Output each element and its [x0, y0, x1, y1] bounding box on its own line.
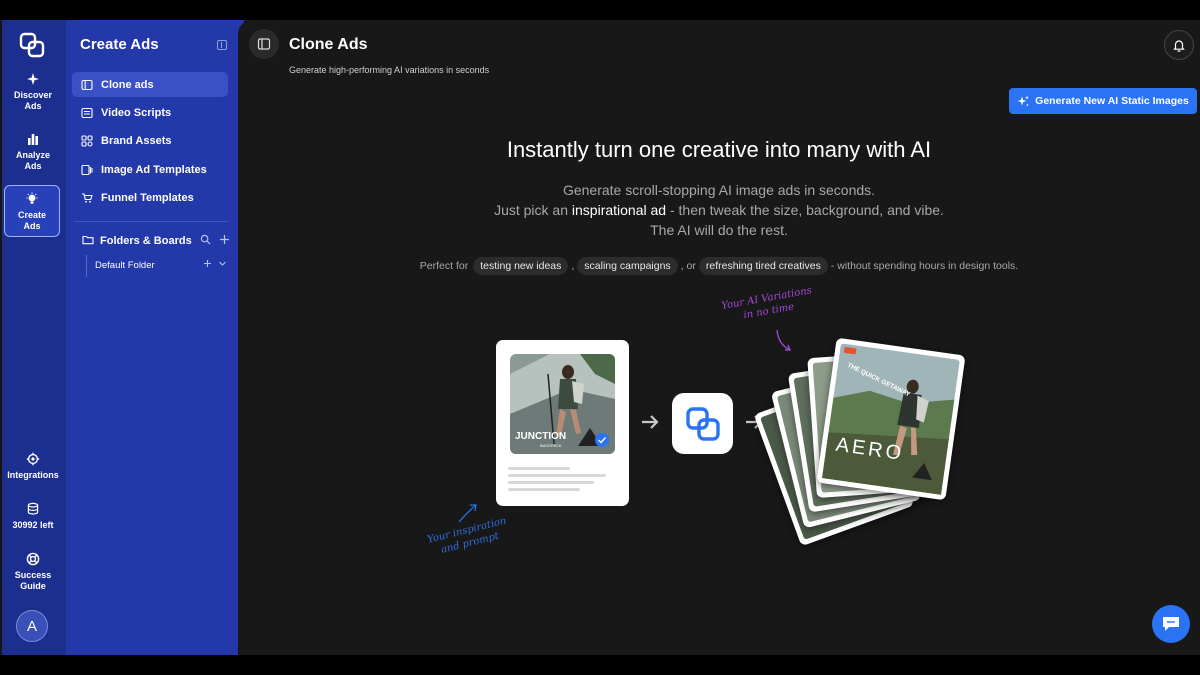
sidebar-item-video-scripts[interactable]: Video Scripts	[72, 100, 228, 125]
rail-item-label: Discover Ads	[13, 90, 53, 111]
sparkle-star-icon	[25, 71, 41, 87]
bell-icon	[1173, 40, 1185, 52]
perfect-prefix: Perfect for	[419, 260, 469, 272]
bar-chart-icon	[25, 131, 41, 147]
app-window: Discover Ads Analyze Ads Create Ads Inte…	[0, 20, 1200, 655]
generate-images-button[interactable]: Generate New AI Static Images	[1009, 88, 1197, 114]
rail-item-label: Integrations	[7, 470, 59, 480]
rail-item-credits[interactable]: 30992 left	[2, 501, 64, 531]
folder-tree-line	[86, 255, 87, 277]
rail-item-discover-ads[interactable]: Discover Ads	[2, 71, 64, 112]
sidebar-item-image-ad-templates[interactable]: Image Ad Templates	[72, 157, 228, 182]
sidebar-title: Create Ads	[80, 36, 159, 53]
sidebar-item-label: Brand Assets	[101, 134, 172, 147]
rail-item-label: Success Guide	[14, 570, 52, 591]
chat-icon	[1163, 617, 1179, 631]
clone-panel-icon	[81, 79, 93, 91]
folder-icon	[82, 234, 94, 248]
folder-item-default[interactable]: Default Folder	[95, 259, 227, 271]
junction-caption: JUNCTION	[515, 431, 566, 442]
gear-icon	[25, 451, 41, 467]
hero-title: Instantly turn one creative into many wi…	[506, 137, 932, 162]
chevron-down-icon[interactable]	[218, 259, 227, 271]
plus-icon[interactable]	[203, 259, 212, 271]
chip-scaling: scaling campaigns	[577, 257, 678, 275]
avatar[interactable]: A	[16, 610, 48, 642]
notifications-button[interactable]	[1164, 30, 1194, 60]
plus-icon[interactable]	[219, 234, 230, 248]
lifebuoy-icon	[25, 551, 41, 567]
sidebar-item-clone-ads[interactable]: Clone ads	[72, 72, 228, 97]
variation-card-front: THE QUICK GETAWAY AERO	[816, 337, 966, 501]
chip-separator: , or	[680, 260, 696, 272]
create-ads-sidebar: Create Ads Clone ads Video Scripts Brand…	[66, 20, 244, 655]
sidebar-item-funnel-templates[interactable]: Funnel Templates	[72, 185, 228, 210]
hero-line-2: Just pick an inspirational ad - then twe…	[238, 202, 1200, 218]
image-template-icon	[81, 164, 93, 176]
assets-grid-icon	[81, 134, 93, 147]
app-logo-icon[interactable]	[19, 32, 45, 58]
page-title: Clone Ads	[289, 36, 368, 53]
funnel-cart-icon	[81, 192, 93, 204]
chat-support-button[interactable]	[1152, 605, 1190, 643]
rail-item-success-guide[interactable]: Success Guide	[2, 551, 64, 592]
search-icon[interactable]	[200, 234, 211, 248]
folders-label: Folders & Boards	[100, 235, 192, 247]
junction-sub: BACKPACK	[540, 443, 562, 448]
text-placeholder-line	[508, 481, 594, 484]
sidebar-item-label: Image Ad Templates	[101, 163, 207, 176]
script-icon	[81, 107, 93, 119]
note-ai-variations: Your AI Variations in no time	[720, 284, 815, 325]
chip-testing: testing new ideas	[473, 257, 569, 275]
chip-refreshing: refreshing tired creatives	[698, 257, 828, 275]
arrow-right-icon	[640, 410, 660, 436]
sidebar-item-label: Funnel Templates	[101, 191, 194, 204]
coins-icon	[25, 501, 41, 517]
sidebar-item-label: Video Scripts	[101, 106, 172, 119]
hero-line-2-post: - then tweak the size, background, and v…	[666, 202, 944, 218]
hero-highlight: inspirational ad	[571, 202, 667, 218]
text-placeholder-line	[508, 467, 570, 470]
text-placeholder-line	[508, 488, 580, 491]
inspiration-ad-image: JUNCTION BACKPACK	[510, 354, 615, 454]
panel-toggle-icon	[257, 38, 271, 50]
chip-separator: ,	[571, 260, 575, 272]
perfect-for-row: Perfect for testing new ideas , scaling …	[238, 257, 1200, 275]
perfect-suffix: - without spending hours in design tools…	[830, 260, 1019, 272]
rail-item-label: Analyze Ads	[15, 150, 50, 171]
clone-link-icon	[672, 393, 733, 454]
folder-label: Default Folder	[95, 259, 155, 271]
note-ai-variations-text: Your AI Variations in no time	[720, 285, 813, 322]
sidebar-item-label: Clone ads	[101, 78, 154, 91]
hero-line-2-pre: Just pick an	[494, 202, 572, 218]
curved-arrow-icon	[776, 329, 791, 351]
hero-line-1: Generate scroll-stopping AI image ads in…	[562, 182, 876, 198]
generate-button-label: Generate New AI Static Images	[1035, 95, 1189, 107]
rail-item-create-ads[interactable]: Create Ads	[4, 185, 60, 237]
rail-item-label: Create Ads	[17, 210, 46, 231]
sidebar-collapse-icon[interactable]	[217, 40, 227, 50]
sidebar-divider	[74, 221, 228, 222]
text-placeholder-line	[508, 474, 606, 477]
rail-item-analyze-ads[interactable]: Analyze Ads	[2, 131, 64, 172]
folders-and-boards-header[interactable]: Folders & Boards	[82, 234, 230, 248]
icon-rail: Discover Ads Analyze Ads Create Ads Inte…	[2, 20, 66, 655]
rail-item-integrations[interactable]: Integrations	[2, 451, 64, 481]
rail-item-label: 30992 left	[12, 520, 54, 530]
sparkles-icon	[1017, 95, 1030, 106]
sidebar-item-brand-assets[interactable]: Brand Assets	[72, 128, 228, 153]
inspiration-ad-card: JUNCTION BACKPACK	[496, 340, 629, 506]
toggle-sidebar-button[interactable]	[249, 29, 279, 59]
page-subtitle: Generate high-performing AI variations i…	[289, 65, 490, 75]
hero-line-3: The AI will do the rest.	[650, 222, 788, 238]
main-content: Clone Ads Generate high-performing AI va…	[238, 20, 1200, 655]
lightbulb-icon	[24, 191, 40, 207]
